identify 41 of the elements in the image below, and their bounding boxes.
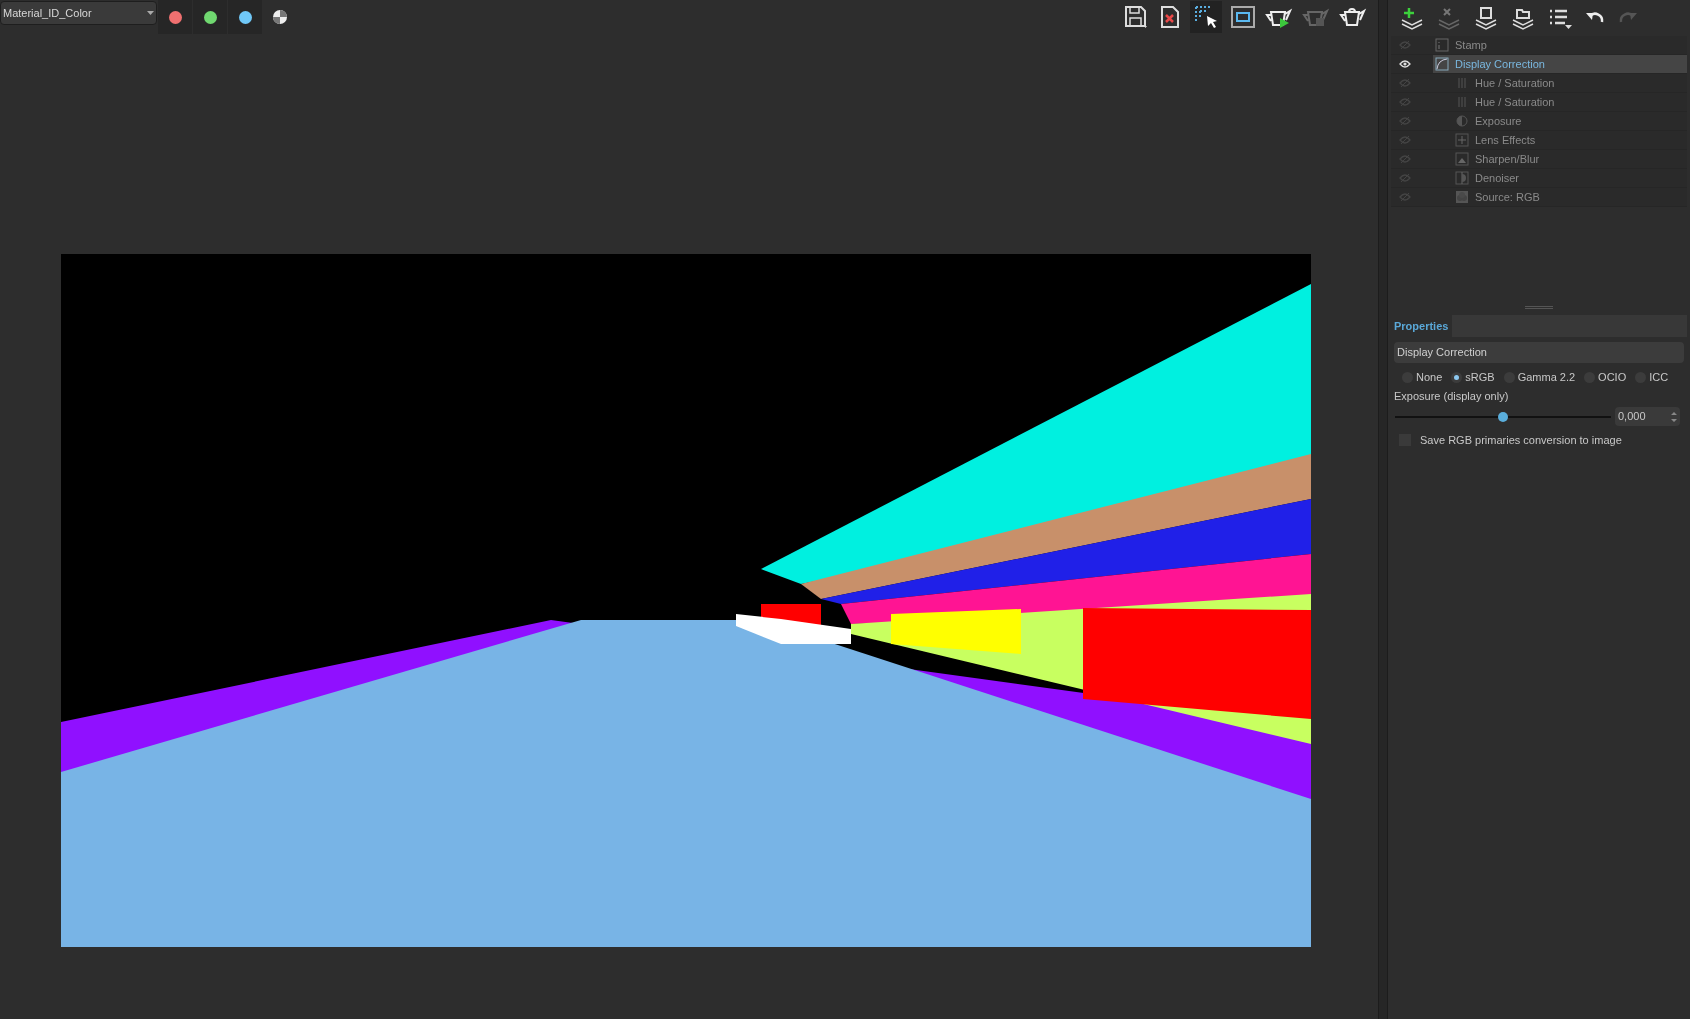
- exposure-slider[interactable]: [1395, 411, 1611, 422]
- layer-type-icon: [1455, 171, 1469, 185]
- layer-item[interactable]: Exposure: [1453, 112, 1687, 130]
- layer-item[interactable]: Sharpen/Blur: [1453, 150, 1687, 168]
- layer-item[interactable]: Hue / Saturation: [1453, 93, 1687, 111]
- mode-radio[interactable]: OCIO: [1584, 369, 1627, 386]
- spinner-icon[interactable]: [1671, 410, 1677, 423]
- exposure-label: Exposure (display only): [1394, 388, 1510, 404]
- layer-type-icon: [1455, 152, 1469, 166]
- layer-type-icon: [1455, 133, 1469, 147]
- layer-type-icon: [1455, 114, 1469, 128]
- layer-item[interactable]: Source: RGB: [1453, 188, 1687, 206]
- exposure-value: 0,000: [1618, 409, 1646, 425]
- exposure-field[interactable]: 0,000: [1615, 407, 1680, 426]
- layer-type-icon: [1435, 57, 1449, 71]
- layer-item[interactable]: Stamp: [1433, 36, 1687, 54]
- add-layer-icon[interactable]: [1399, 6, 1425, 30]
- layer-item[interactable]: Lens Effects: [1453, 131, 1687, 149]
- load-layers-icon[interactable]: [1510, 6, 1536, 30]
- contrast-icon[interactable]: [271, 8, 289, 26]
- properties-tab[interactable]: Properties: [1391, 315, 1453, 337]
- layer-type-icon: [1435, 38, 1449, 52]
- save-primaries-label: Save RGB primaries conversion to image: [1420, 433, 1622, 448]
- save-icon[interactable]: [1122, 4, 1150, 30]
- mode-radio[interactable]: ICC: [1635, 369, 1669, 386]
- mode-radio[interactable]: Gamma 2.2: [1503, 369, 1576, 386]
- mode-radio[interactable]: sRGB: [1451, 369, 1495, 386]
- save-layers-icon[interactable]: [1473, 6, 1499, 30]
- dropdown-value: Material_ID_Color: [3, 5, 92, 21]
- layer-item[interactable]: Hue / Saturation: [1453, 74, 1687, 92]
- region-frame-icon[interactable]: [1229, 3, 1257, 31]
- slider-thumb[interactable]: [1498, 411, 1508, 422]
- layer-item[interactable]: Denoiser: [1453, 169, 1687, 187]
- dropdown-caret-icon: [147, 11, 154, 15]
- select-region-icon[interactable]: [1190, 1, 1222, 33]
- layer-item[interactable]: Display Correction: [1433, 55, 1687, 73]
- section-header: Display Correction: [1394, 342, 1684, 363]
- mode-radio[interactable]: None: [1402, 369, 1443, 386]
- delete-layer-icon[interactable]: [1436, 6, 1462, 30]
- channel-dropdown[interactable]: Material_ID_Color: [0, 1, 157, 25]
- layer-type-icon: [1455, 190, 1469, 204]
